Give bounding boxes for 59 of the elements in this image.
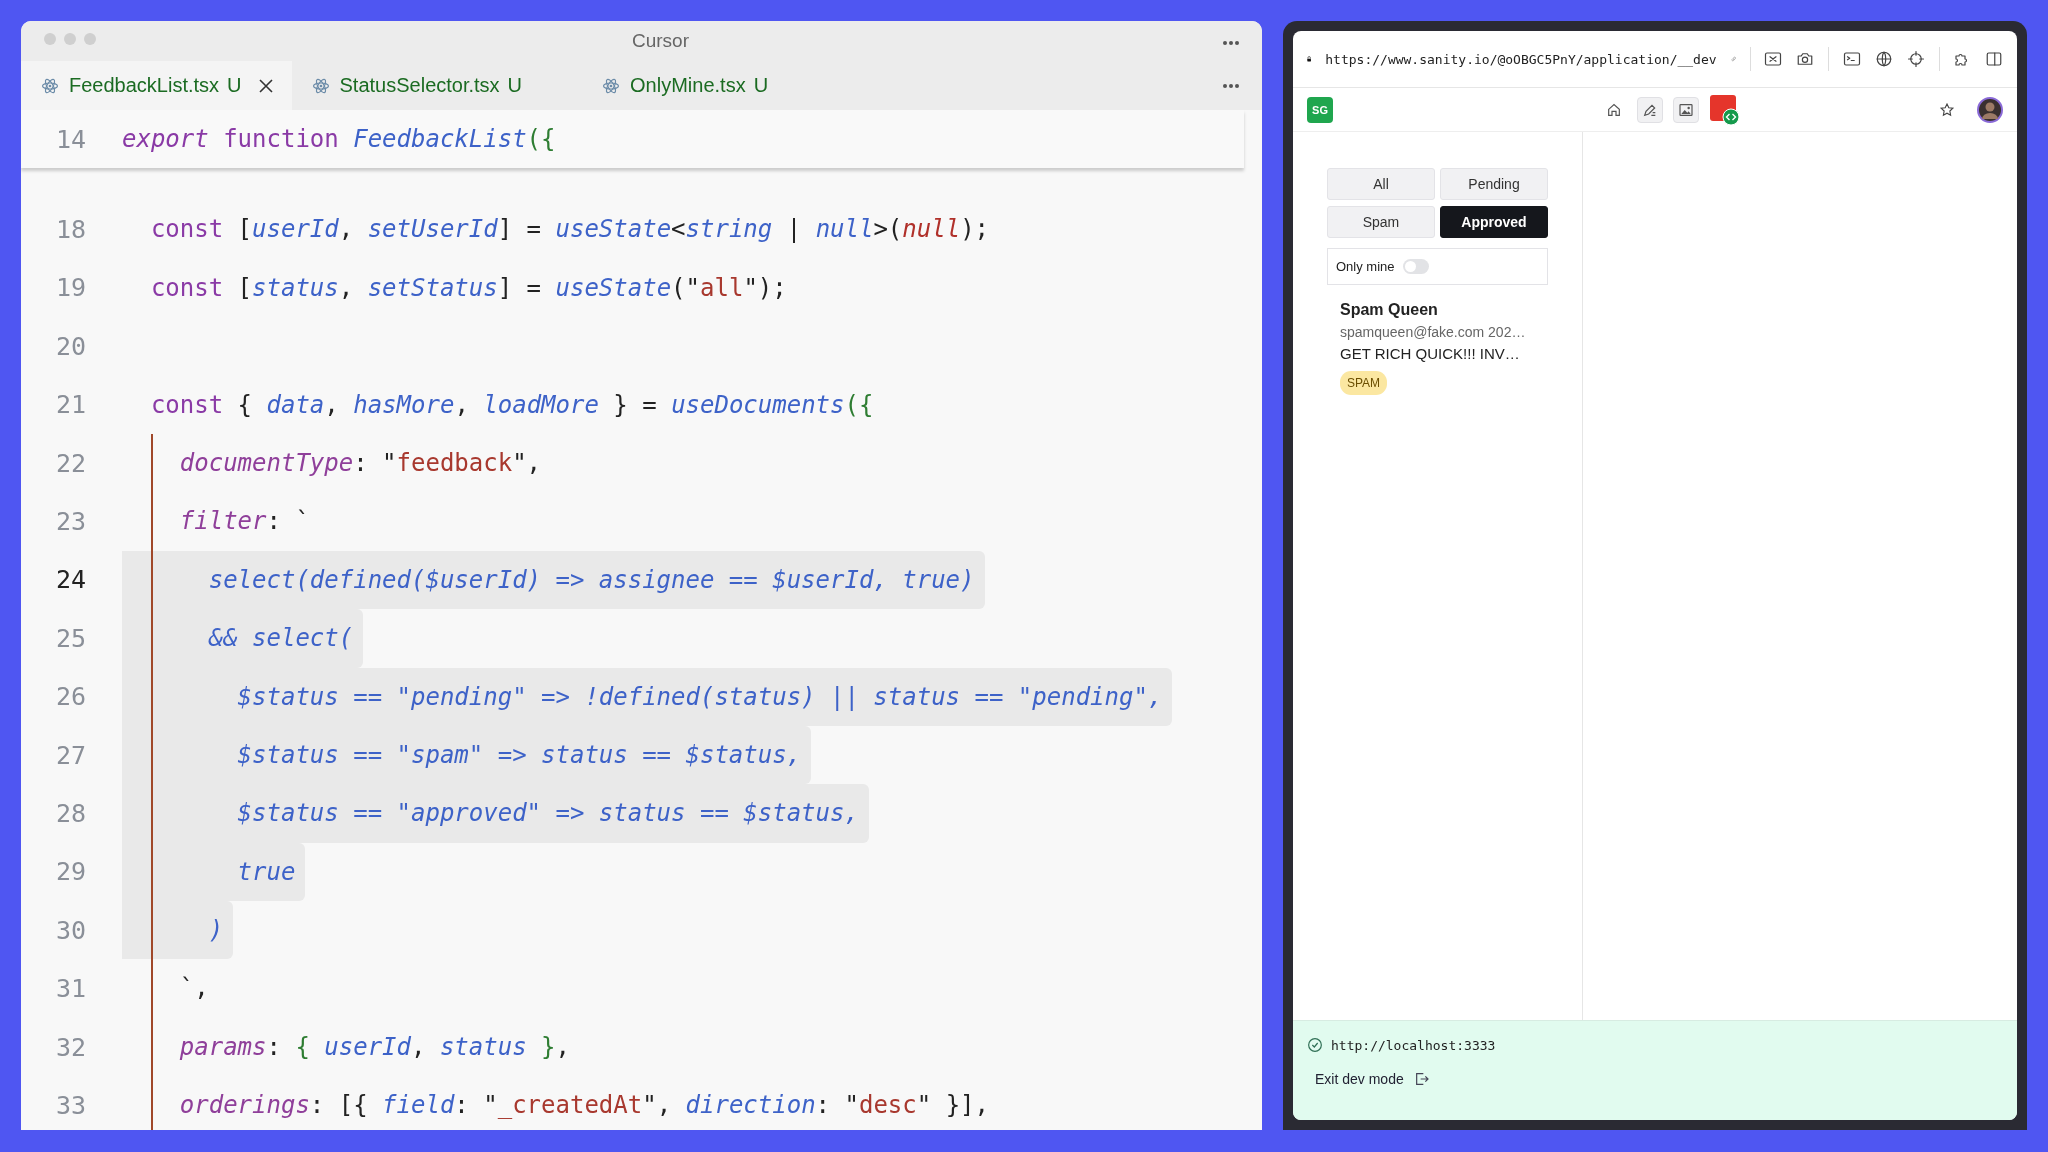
app-icon[interactable] — [1709, 93, 1741, 126]
more-icon[interactable] — [1222, 82, 1240, 89]
avatar[interactable] — [1977, 96, 2003, 123]
filter-button[interactable]: Spam — [1327, 206, 1435, 238]
home-icon — [1606, 101, 1622, 118]
globe-icon[interactable] — [1874, 50, 1893, 68]
toggle-label: Only mine — [1336, 259, 1395, 274]
close-icon[interactable] — [257, 77, 274, 94]
code-line: const [status, setStatus] = useState("all"); — [149, 272, 788, 304]
line-number: 19 — [55, 273, 88, 303]
item-excerpt: GET RICH QUICK!!! INV… — [1340, 345, 1520, 362]
filter-button[interactable]: Approved — [1440, 206, 1548, 238]
editor-tab[interactable]: OnlyMine.tsx U — [582, 61, 829, 110]
line-number: 23 — [55, 507, 88, 537]
address-bar[interactable]: https://www.sanity.io/@oOBGC5PnY/application/__dev — [1325, 51, 1717, 67]
line-number: 31 — [55, 974, 88, 1004]
screen-capture-icon[interactable] — [1764, 50, 1783, 68]
edit-button[interactable] — [1637, 96, 1663, 123]
check-circle-icon — [1307, 1037, 1323, 1053]
line-number: 25 — [55, 623, 88, 653]
more-icon[interactable] — [1222, 40, 1240, 46]
media-button[interactable] — [1673, 96, 1699, 123]
atom-icon — [311, 76, 330, 95]
line-number: 24 — [55, 565, 88, 595]
line-number: 27 — [55, 740, 88, 770]
line-number: 20 — [55, 331, 88, 361]
line-number: 26 — [55, 682, 88, 712]
sidebar-icon[interactable] — [1985, 50, 2003, 68]
editor-tab[interactable]: StatusSelector.tsx U — [291, 61, 583, 110]
exit-dev-mode-button[interactable]: Exit dev mode — [1315, 1071, 1430, 1087]
line-number: 33 — [55, 1090, 88, 1120]
code-line: const [userId, setUserId] = useState<string | null>(null); — [149, 214, 991, 246]
editor-tab[interactable]: FeedbackList.tsx U — [21, 61, 292, 110]
crosshair-icon[interactable] — [1906, 50, 1925, 68]
item-title[interactable]: Spam Queen — [1340, 301, 1438, 319]
line-number: 30 — [55, 915, 88, 945]
toggle-switch[interactable] — [1402, 259, 1429, 274]
exit-icon — [1413, 1071, 1430, 1087]
server-url: http://localhost:3333 — [1331, 1037, 1496, 1053]
star-icon[interactable] — [1939, 101, 1955, 118]
window-title: Cursor — [632, 30, 689, 51]
terminal-icon[interactable] — [1842, 50, 1861, 68]
atom-icon — [602, 76, 621, 95]
image-icon — [1678, 101, 1694, 118]
line-number: 14 — [55, 124, 88, 154]
camera-icon[interactable] — [1796, 50, 1815, 68]
line-number: 32 — [55, 1032, 88, 1062]
filter-button[interactable]: Pending — [1440, 168, 1548, 200]
line-number: 22 — [55, 448, 88, 478]
code-line: const { data, hasMore, loadMore } = useDocuments({ — [149, 389, 875, 421]
line-number: 28 — [55, 799, 88, 828]
atom-icon — [41, 76, 59, 95]
line-number: 29 — [55, 857, 88, 887]
filter-button[interactable]: All — [1327, 168, 1435, 200]
item-meta: spamqueen@fake.com 202… — [1340, 324, 1526, 340]
line-number: 18 — [55, 215, 88, 245]
line-number: 21 — [55, 390, 88, 420]
status-tag: SPAM — [1340, 371, 1388, 395]
code-line: export function FeedbackList({ — [122, 123, 557, 155]
